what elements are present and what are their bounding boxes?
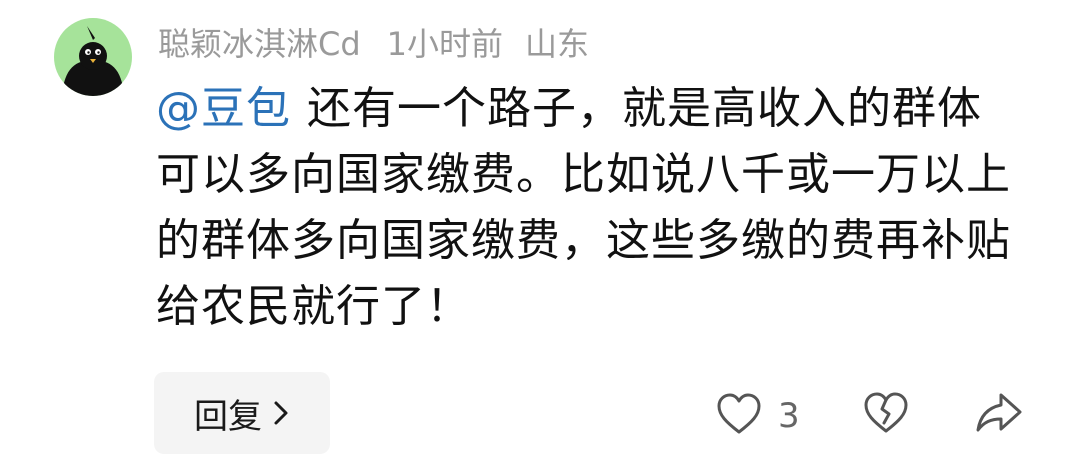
broken-heart-icon: [862, 392, 910, 440]
like-button[interactable]: 3: [716, 388, 800, 444]
mention-link[interactable]: @豆包: [156, 83, 291, 134]
comment-content: @豆包 还有一个路子，就是高收入的群体可以多向国家缴费。比如说八千或一万以上的群体…: [156, 76, 1016, 340]
like-count: 3: [778, 396, 800, 436]
comment-meta: 聪颖冰淇淋Cd 1小时前 山东: [158, 18, 589, 66]
heart-outline-icon: [716, 392, 762, 440]
comment-actions: 3: [0, 388, 1080, 444]
author-name[interactable]: 聪颖冰淇淋Cd: [158, 19, 361, 65]
avatar[interactable]: [54, 18, 132, 96]
comment-time: 1小时前: [386, 25, 504, 63]
share-button[interactable]: [974, 390, 1024, 440]
penguin-avatar-icon: [62, 26, 124, 96]
comment-location: 山东: [525, 25, 590, 63]
share-arrow-icon: [974, 393, 1024, 440]
dislike-button[interactable]: [862, 390, 910, 440]
